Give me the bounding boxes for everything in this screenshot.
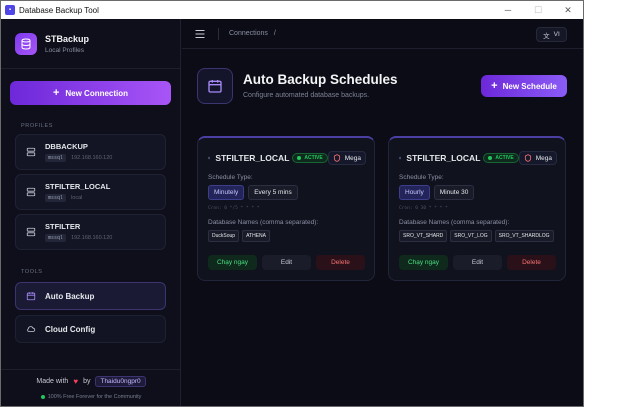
shield-icon bbox=[524, 154, 531, 162]
app-icon: ▪ bbox=[5, 5, 15, 15]
status-dot-icon bbox=[40, 394, 45, 399]
language-switcher[interactable]: 文 VI bbox=[536, 27, 567, 42]
profile-type-tag: mssql bbox=[45, 194, 67, 202]
tool-auto-backup[interactable]: Auto Backup bbox=[15, 282, 166, 310]
schedule-type-chip[interactable]: Minutely bbox=[208, 185, 245, 200]
free-forever-label: 100% Free Forever for the Community bbox=[47, 394, 142, 400]
status-badge: ACTIVE bbox=[483, 153, 519, 163]
database-chip: DuckSoup bbox=[208, 230, 240, 242]
sidebar-footer: Made with ♥ by Thaidu0ngpr0 100% Free Fo… bbox=[1, 369, 181, 406]
status-text: ACTIVE bbox=[495, 155, 514, 161]
page-title: Auto Backup Schedules bbox=[243, 72, 398, 87]
interval-chip[interactable]: Every 5 mins bbox=[248, 185, 298, 200]
schedule-name: STFILTER_LOCAL bbox=[406, 153, 481, 163]
page-subtitle: Configure automated database backups. bbox=[243, 92, 370, 99]
title-bar: ▪ Database Backup Tool ─ ☐ ✕ bbox=[1, 1, 583, 19]
profile-host: 192.168.160.120 bbox=[71, 235, 113, 241]
new-schedule-label: New Schedule bbox=[502, 81, 557, 91]
edit-button[interactable]: Edit bbox=[453, 255, 502, 270]
author-link[interactable]: Thaidu0ngpr0 bbox=[95, 376, 146, 387]
database-chip: SRO_VT_SHARDLOG bbox=[494, 230, 554, 242]
database-chip: ATHENA bbox=[242, 230, 270, 242]
window-title: Database Backup Tool bbox=[19, 5, 99, 15]
profile-host: 192.168.160.120 bbox=[71, 155, 113, 161]
databases-label: Database Names (comma separated): bbox=[399, 219, 510, 226]
edit-button[interactable]: Edit bbox=[262, 255, 311, 270]
profile-type-tag: mssql bbox=[45, 234, 67, 242]
profile-type-tag: mssql bbox=[45, 154, 67, 162]
translate-icon: 文 bbox=[543, 32, 550, 40]
made-with-text: Made with bbox=[36, 378, 69, 385]
calendar-header-icon bbox=[197, 68, 233, 104]
minimize-icon[interactable]: ─ bbox=[493, 5, 523, 15]
breadcrumb-connections[interactable]: Connections bbox=[229, 30, 268, 37]
breadcrumb: Connections / bbox=[218, 27, 276, 40]
server-icon bbox=[26, 187, 36, 197]
plus-icon: + bbox=[52, 87, 60, 99]
calendar-icon bbox=[26, 292, 36, 301]
language-label: VI bbox=[553, 31, 560, 38]
shield-icon bbox=[333, 154, 340, 162]
tool-cloud-config[interactable]: Cloud Config bbox=[15, 315, 166, 343]
status-text: ACTIVE bbox=[304, 155, 323, 161]
new-schedule-button[interactable]: + New Schedule bbox=[481, 75, 567, 97]
server-icon bbox=[399, 156, 402, 160]
new-connection-button[interactable]: + New Connection bbox=[10, 81, 171, 105]
by-text: by bbox=[83, 378, 91, 385]
maximize-icon[interactable]: ☐ bbox=[523, 5, 553, 16]
cloud-badge: Mega bbox=[518, 151, 557, 165]
tool-label: Auto Backup bbox=[45, 291, 95, 301]
brand: STBackup Local Profiles bbox=[1, 19, 180, 69]
server-icon bbox=[26, 147, 36, 157]
database-logo-icon bbox=[15, 32, 37, 55]
server-icon bbox=[208, 156, 211, 160]
profile-host: local bbox=[71, 195, 83, 201]
tools-heading: TOOLS bbox=[21, 269, 43, 275]
status-badge: ACTIVE bbox=[292, 153, 328, 163]
schedule-card: STFILTER_LOCAL ACTIVE Mega Schedule Type… bbox=[197, 136, 375, 281]
profile-item-stfilter-local[interactable]: STFILTER_LOCAL mssql local bbox=[15, 174, 166, 210]
server-icon bbox=[26, 227, 36, 237]
cloud-name: Mega bbox=[344, 154, 361, 162]
schedule-type-label: Schedule Type: bbox=[399, 174, 444, 181]
database-chip: SRO_VT_SHARD bbox=[399, 230, 448, 242]
breadcrumb-separator: / bbox=[273, 29, 276, 37]
schedule-name: STFILTER_LOCAL bbox=[215, 153, 290, 163]
cloud-icon bbox=[27, 326, 36, 332]
heart-icon: ♥ bbox=[73, 377, 79, 386]
run-now-button[interactable]: Chạy ngay bbox=[208, 255, 257, 270]
brand-name: STBackup bbox=[45, 33, 90, 44]
new-connection-label: New Connection bbox=[65, 88, 129, 98]
profiles-heading: PROFILES bbox=[21, 123, 54, 129]
interval-chip[interactable]: Minute 30 bbox=[433, 185, 475, 200]
profile-item-dbbackup[interactable]: DBBACKUP mssql 192.168.160.120 bbox=[15, 134, 166, 170]
made-with-line: Made with ♥ by Thaidu0ngpr0 bbox=[1, 376, 181, 387]
tool-label: Cloud Config bbox=[45, 324, 96, 334]
free-forever-text: 100% Free Forever for the Community bbox=[1, 394, 181, 400]
cloud-name: Mega bbox=[535, 154, 552, 162]
schedule-type-label: Schedule Type: bbox=[208, 174, 253, 181]
schedule-card: STFILTER_LOCAL ACTIVE Mega Schedule Type… bbox=[388, 136, 566, 281]
brand-subtitle: Local Profiles bbox=[45, 46, 85, 54]
cron-text: Cron: 0 30 * * * * bbox=[399, 206, 448, 211]
app-window: ▪ Database Backup Tool ─ ☐ ✕ STBackup Lo… bbox=[0, 0, 584, 407]
run-now-button[interactable]: Chạy ngay bbox=[399, 255, 448, 270]
profile-name: STFILTER bbox=[45, 222, 81, 231]
close-icon[interactable]: ✕ bbox=[553, 5, 583, 16]
cron-text: Cron: 0 */5 * * * * bbox=[208, 206, 260, 211]
delete-button[interactable]: Delete bbox=[507, 255, 556, 270]
profile-item-stfilter[interactable]: STFILTER mssql 192.168.160.120 bbox=[15, 214, 166, 250]
profile-name: STFILTER_LOCAL bbox=[45, 182, 111, 191]
delete-button[interactable]: Delete bbox=[316, 255, 365, 270]
sidebar: STBackup Local Profiles + New Connection… bbox=[1, 19, 181, 406]
profile-name: DBBACKUP bbox=[45, 142, 88, 151]
top-bar: Connections / 文 VI bbox=[182, 19, 583, 49]
database-chip: SRO_VT_LOG bbox=[450, 230, 492, 242]
schedule-type-chip[interactable]: Hourly bbox=[399, 185, 430, 200]
cloud-badge: Mega bbox=[327, 151, 366, 165]
menu-icon[interactable] bbox=[194, 29, 206, 39]
databases-label: Database Names (comma separated): bbox=[208, 219, 319, 226]
plus-icon: + bbox=[491, 80, 498, 92]
